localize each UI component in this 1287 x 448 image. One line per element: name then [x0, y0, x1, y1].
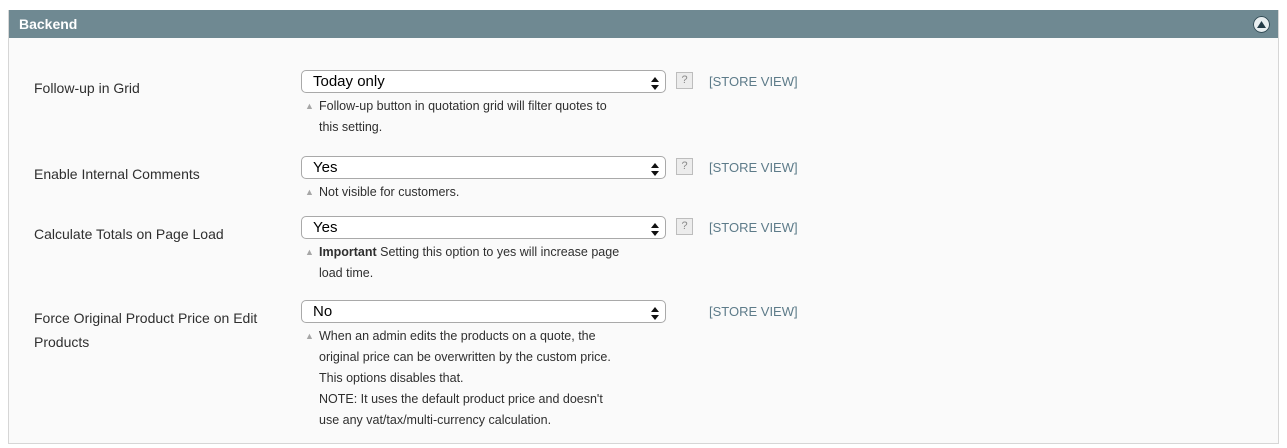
calculate-totals-select[interactable]: Yes: [301, 216, 666, 239]
note-text: Setting this option to yes will increase…: [376, 245, 620, 259]
select-arrows-icon: [651, 221, 659, 242]
field-row-force-original-price: Force Original Product Price on Edit Pro…: [9, 300, 1278, 440]
help-button[interactable]: ?: [676, 72, 693, 89]
force-original-price-select[interactable]: No: [301, 300, 666, 323]
field-note: ▲ Follow-up button in quotation grid wil…: [303, 96, 693, 138]
note-triangle-icon: ▲: [305, 247, 314, 257]
field-note: ▲ When an admin edits the products on a …: [303, 326, 693, 431]
note-triangle-icon: ▲: [305, 187, 314, 197]
note-line: Important Setting this option to yes wil…: [319, 242, 693, 263]
scope-label: [STORE VIEW]: [709, 74, 798, 89]
page-frame: Backend Follow-up in Grid Today only ? […: [0, 0, 1287, 448]
note-line: this setting.: [319, 120, 383, 134]
field-note: ▲ Important Setting this option to yes w…: [303, 242, 693, 284]
select-value: Yes: [313, 159, 338, 176]
follow-up-in-grid-select[interactable]: Today only: [301, 70, 666, 93]
scope-label: [STORE VIEW]: [709, 304, 798, 319]
select-arrows-icon: [651, 161, 659, 182]
field-label: Force Original Product Price on Edit Pro…: [34, 310, 258, 350]
field-row-enable-internal-comments: Enable Internal Comments Yes ? [STORE VI…: [9, 156, 1278, 206]
note-line: Follow-up button in quotation grid will …: [319, 99, 607, 113]
field-label: Follow-up in Grid: [34, 80, 140, 96]
select-value: Yes: [313, 219, 338, 236]
note-triangle-icon: ▲: [305, 331, 314, 341]
scope-label: [STORE VIEW]: [709, 220, 798, 235]
note-line: use any vat/tax/multi-currency calculati…: [319, 413, 552, 427]
select-arrows-icon: [651, 75, 659, 96]
config-section-backend: Backend Follow-up in Grid Today only ? […: [8, 10, 1279, 444]
help-button[interactable]: ?: [676, 158, 693, 175]
note-line: Not visible for customers.: [319, 185, 460, 199]
section-header[interactable]: Backend: [9, 10, 1278, 38]
collapse-up-circle-icon[interactable]: [1253, 15, 1270, 33]
note-line: When an admin edits the products on a qu…: [319, 329, 596, 343]
field-row-follow-up-in-grid: Follow-up in Grid Today only ? [STORE VI…: [9, 70, 1278, 138]
help-button[interactable]: ?: [676, 218, 693, 235]
note-line: load time.: [319, 266, 374, 280]
note-line: original price can be overwritten by the…: [319, 350, 611, 364]
select-value: No: [313, 303, 333, 320]
select-value: Today only: [313, 73, 385, 90]
note-triangle-icon: ▲: [305, 101, 314, 111]
field-note: ▲ Not visible for customers.: [303, 182, 693, 203]
field-label: Calculate Totals on Page Load: [34, 226, 224, 242]
enable-internal-comments-select[interactable]: Yes: [301, 156, 666, 179]
field-row-calculate-totals: Calculate Totals on Page Load Yes ? [STO…: [9, 216, 1278, 286]
note-line: NOTE: It uses the default product price …: [319, 392, 603, 406]
note-emphasis: Important: [319, 245, 377, 259]
section-title: Backend: [19, 16, 78, 32]
field-label: Enable Internal Comments: [34, 166, 200, 182]
note-line: This options disables that.: [319, 371, 464, 385]
scope-label: [STORE VIEW]: [709, 160, 798, 175]
select-arrows-icon: [651, 305, 659, 326]
